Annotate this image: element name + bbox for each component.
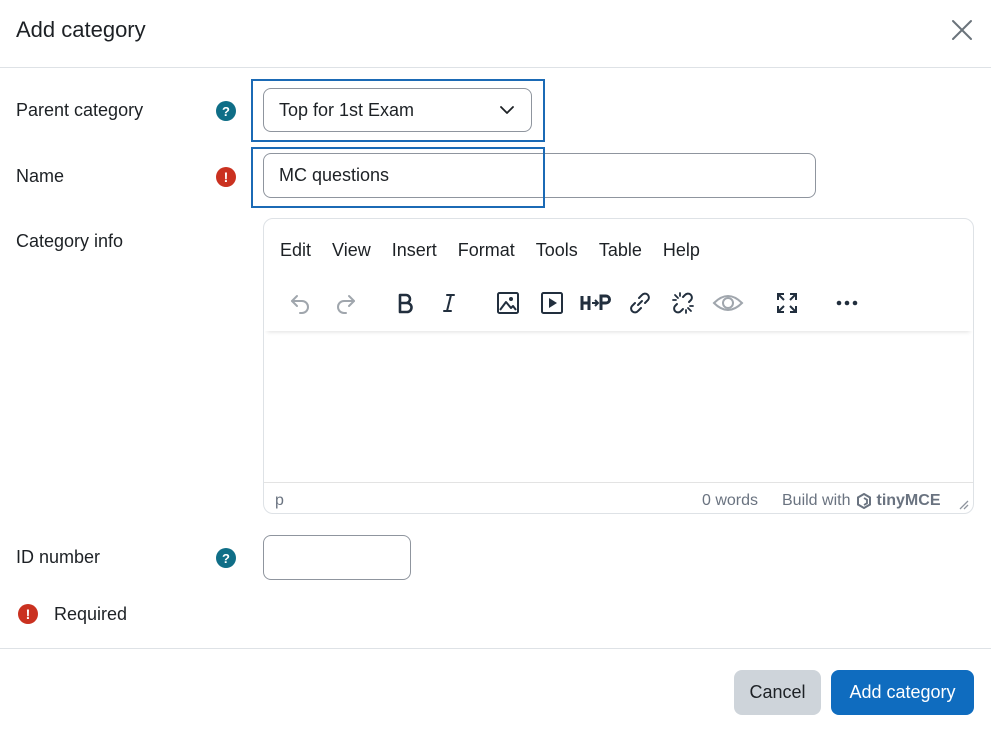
category-info-label: Category info bbox=[16, 231, 124, 251]
menu-help[interactable]: Help bbox=[663, 240, 700, 261]
help-icon[interactable]: ? bbox=[216, 548, 236, 568]
resize-handle-icon[interactable] bbox=[959, 500, 969, 510]
unlink-button[interactable] bbox=[665, 285, 701, 321]
italic-button[interactable] bbox=[431, 285, 467, 321]
close-button[interactable] bbox=[946, 14, 978, 46]
parent-category-value: Top for 1st Exam bbox=[279, 99, 415, 120]
redo-icon bbox=[337, 295, 355, 314]
tinymce-logo-icon bbox=[857, 493, 872, 509]
id-number-label: ID number bbox=[16, 547, 101, 567]
media-button[interactable] bbox=[534, 285, 570, 321]
fullscreen-button[interactable] bbox=[769, 285, 805, 321]
fullscreen-icon bbox=[777, 293, 797, 313]
menu-tools[interactable]: Tools bbox=[536, 240, 578, 261]
add-category-button[interactable]: Add category bbox=[831, 670, 974, 715]
editor-content-area[interactable] bbox=[264, 331, 973, 482]
name-label: Name bbox=[16, 166, 65, 186]
media-icon bbox=[541, 292, 563, 314]
id-number-input[interactable] bbox=[263, 535, 411, 580]
menu-edit[interactable]: Edit bbox=[280, 240, 311, 261]
undo-icon bbox=[291, 295, 309, 314]
modal-title: Add category bbox=[16, 17, 146, 42]
required-icon: ! bbox=[216, 167, 236, 187]
h5p-button[interactable] bbox=[576, 285, 616, 321]
bold-icon bbox=[398, 293, 413, 314]
modal-footer: Cancel Add category bbox=[0, 648, 991, 731]
rich-text-editor: Edit View Insert Format Tools Table Help bbox=[263, 218, 974, 514]
menu-view[interactable]: View bbox=[332, 240, 371, 261]
word-count[interactable]: 0 words bbox=[702, 492, 758, 510]
more-button[interactable] bbox=[829, 285, 865, 321]
link-button[interactable] bbox=[622, 285, 658, 321]
element-path[interactable]: p bbox=[275, 492, 284, 510]
build-with-text: Build with bbox=[782, 492, 851, 509]
h5p-icon bbox=[580, 294, 611, 310]
parent-category-select[interactable]: Top for 1st Exam bbox=[263, 88, 532, 132]
required-icon: ! bbox=[18, 604, 38, 624]
editor-statusbar: p 0 words Build with tinyMCE bbox=[264, 482, 973, 514]
brand-name: tinyMCE bbox=[876, 492, 941, 509]
image-button[interactable] bbox=[490, 285, 526, 321]
menu-insert[interactable]: Insert bbox=[392, 240, 437, 261]
bold-button[interactable] bbox=[387, 285, 423, 321]
editor-toolbar bbox=[264, 281, 973, 331]
italic-icon bbox=[443, 294, 455, 312]
tinymce-branding[interactable]: Build with tinyMCE bbox=[782, 492, 940, 510]
menu-format[interactable]: Format bbox=[458, 240, 515, 261]
help-icon[interactable]: ? bbox=[216, 101, 236, 121]
modal-header: Add category bbox=[0, 0, 991, 68]
unlink-icon bbox=[672, 292, 694, 314]
redo-button[interactable] bbox=[328, 285, 364, 321]
image-icon bbox=[497, 292, 519, 314]
undo-button[interactable] bbox=[282, 285, 318, 321]
menu-table[interactable]: Table bbox=[599, 240, 642, 261]
chevron-down-icon bbox=[500, 106, 514, 114]
link-icon bbox=[630, 292, 650, 314]
name-input[interactable] bbox=[263, 153, 816, 198]
close-icon bbox=[952, 20, 972, 40]
required-note: Required bbox=[54, 604, 128, 624]
parent-category-label: Parent category bbox=[16, 100, 144, 120]
more-icon bbox=[836, 300, 858, 306]
preview-icon bbox=[712, 295, 744, 311]
preview-button[interactable] bbox=[708, 285, 748, 321]
cancel-button[interactable]: Cancel bbox=[734, 670, 821, 715]
editor-menubar: Edit View Insert Format Tools Table Help bbox=[280, 240, 721, 261]
